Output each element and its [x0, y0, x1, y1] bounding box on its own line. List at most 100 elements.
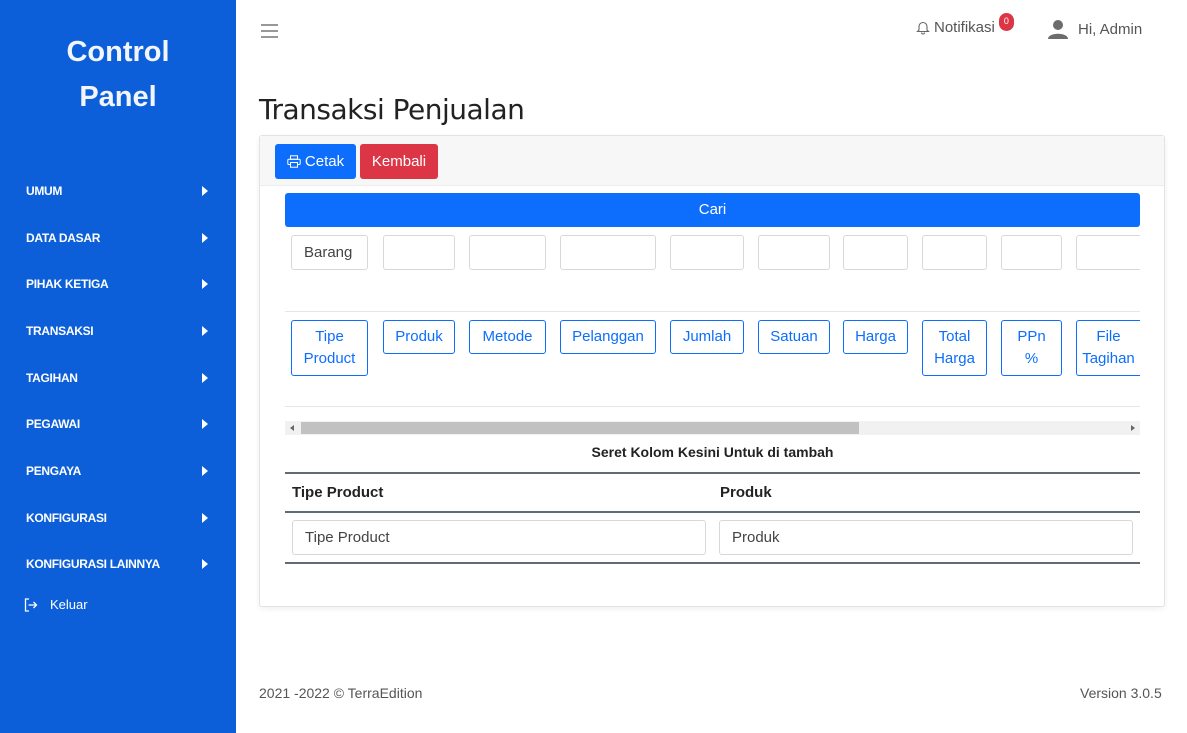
- logout-label: Keluar: [50, 597, 88, 612]
- sidebar-item-pihak-ketiga[interactable]: PIHAK KETIGA: [0, 261, 236, 307]
- grid-input-tipe-product[interactable]: Tipe Product: [292, 520, 706, 555]
- column-total-harga[interactable]: Total Harga: [922, 320, 987, 376]
- caret-right-icon: [202, 186, 208, 196]
- filter-input-jumlah[interactable]: [670, 235, 744, 270]
- grid-bottom-border: [285, 562, 1140, 564]
- column-label: Jumlah: [682, 328, 732, 345]
- scroll-right-icon[interactable]: [1131, 425, 1135, 431]
- footer-copyright: 2021 -2022 © TerraEdition: [259, 685, 423, 701]
- filter-input-total-harga[interactable]: [922, 235, 987, 270]
- caret-right-icon: [202, 513, 208, 523]
- sidebar-item-label: PEGAWAI: [26, 417, 80, 431]
- sidebar-item-umum[interactable]: UMUM: [0, 168, 236, 214]
- sidebar-item-pegawai[interactable]: PEGAWAI: [0, 401, 236, 447]
- sidebar-item-konfigurasi-lainnya[interactable]: KONFIGURASI LAINNYA: [0, 541, 236, 587]
- sidebar-item-label: KONFIGURASI: [26, 511, 107, 525]
- column-label: Tipe: [315, 328, 344, 345]
- caret-right-icon: [202, 233, 208, 243]
- sidebar-item-pengaya[interactable]: PENGAYA: [0, 448, 236, 494]
- column-harga[interactable]: Harga: [843, 320, 908, 354]
- sidebar-item-data-dasar[interactable]: DATA DASAR: [0, 215, 236, 261]
- column-label: Produk: [395, 328, 443, 345]
- column-label: Metode: [482, 328, 533, 345]
- filter-input-satuan[interactable]: [758, 235, 830, 270]
- group-drop-zone[interactable]: Seret Kolom Kesini Untuk di tambah: [285, 444, 1140, 460]
- column-tipe-product[interactable]: Tipe Product: [291, 320, 368, 376]
- filter-input-produk[interactable]: [383, 235, 455, 270]
- back-label: Kembali: [371, 153, 427, 170]
- sidebar: Control Panel UMUM DATA DASAR PIHAK KETI…: [0, 0, 236, 733]
- scrollbar-thumb[interactable]: [301, 422, 859, 434]
- column-metode[interactable]: Metode: [469, 320, 546, 354]
- grid-input-produk[interactable]: Produk: [719, 520, 1133, 555]
- sidebar-item-label: UMUM: [26, 184, 63, 198]
- bell-icon: [916, 21, 930, 34]
- scroll-left-icon[interactable]: [290, 425, 294, 431]
- column-produk[interactable]: Produk: [383, 320, 455, 354]
- column-satuan[interactable]: Satuan: [758, 320, 830, 354]
- sidebar-item-label: TRANSAKSI: [26, 324, 94, 338]
- grid-top-border: [285, 472, 1140, 474]
- column-label: PPn: [1017, 328, 1046, 345]
- caret-right-icon: [202, 419, 208, 429]
- brand-line2: Panel: [79, 81, 157, 113]
- notification-button[interactable]: Notifikasi 0: [916, 13, 1014, 36]
- user-menu[interactable]: Hi, Admin: [1047, 19, 1142, 39]
- page-title: Transaksi Penjualan: [259, 93, 525, 126]
- grid-header-produk[interactable]: Produk: [720, 484, 772, 501]
- sidebar-item-label: TAGIHAN: [26, 371, 78, 385]
- user-icon: [1048, 20, 1068, 39]
- caret-right-icon: [202, 326, 208, 336]
- column-label: %: [1024, 350, 1039, 367]
- sidebar-item-transaksi[interactable]: TRANSAKSI: [0, 308, 236, 354]
- brand-line1: Control: [66, 36, 170, 68]
- print-label: Cetak: [304, 153, 345, 170]
- column-file-tagihan[interactable]: File Tagihan: [1076, 320, 1140, 376]
- column-label: Tagihan: [1082, 350, 1135, 367]
- filter-input-harga[interactable]: [843, 235, 908, 270]
- column-label: Total: [938, 328, 971, 345]
- divider: [285, 311, 1140, 312]
- filter-input-file-tagihan[interactable]: [1076, 235, 1140, 270]
- back-button[interactable]: Kembali: [360, 144, 438, 179]
- notification-count-badge: 0: [998, 13, 1014, 31]
- filter-input-pelanggan[interactable]: [560, 235, 656, 270]
- sidebar-item-tagihan[interactable]: TAGIHAN: [0, 355, 236, 401]
- printer-icon: [287, 155, 301, 168]
- transaction-card: Cetak Kembali Cari Barang Tipe Product P…: [259, 135, 1165, 607]
- column-label: Harga: [855, 328, 896, 345]
- brand-logo: Control Panel: [0, 30, 236, 120]
- column-label: Product: [303, 350, 356, 367]
- grid-header-tipe-product[interactable]: Tipe Product: [292, 484, 383, 501]
- menu-toggle-button[interactable]: [260, 22, 280, 40]
- sidebar-item-konfigurasi[interactable]: KONFIGURASI: [0, 495, 236, 541]
- hamburger-icon: [261, 24, 278, 38]
- footer-version: Version 3.0.5: [1080, 685, 1162, 701]
- column-pelanggan[interactable]: Pelanggan: [560, 320, 656, 354]
- sidebar-item-label: KONFIGURASI LAINNYA: [26, 557, 160, 571]
- filter-input-metode[interactable]: [469, 235, 546, 270]
- card-toolbar: Cetak Kembali: [260, 136, 1164, 186]
- logout-link[interactable]: Keluar: [24, 597, 88, 612]
- notification-label: Notifikasi: [934, 18, 995, 36]
- filter-input-tipe-product[interactable]: Barang: [291, 235, 368, 270]
- column-label: Satuan: [770, 328, 818, 345]
- print-button[interactable]: Cetak: [275, 144, 356, 179]
- column-ppn[interactable]: PPn %: [1001, 320, 1062, 376]
- column-label: Harga: [934, 350, 975, 367]
- logout-icon: [24, 597, 38, 612]
- filter-input-ppn[interactable]: [1001, 235, 1062, 270]
- sidebar-item-label: PIHAK KETIGA: [26, 277, 109, 291]
- user-greeting: Hi, Admin: [1078, 20, 1143, 38]
- caret-right-icon: [202, 466, 208, 476]
- search-button[interactable]: Cari: [285, 193, 1140, 227]
- caret-right-icon: [202, 373, 208, 383]
- grid-header-border: [285, 511, 1140, 513]
- sidebar-item-label: PENGAYA: [26, 464, 82, 478]
- sidebar-item-label: DATA DASAR: [26, 231, 101, 245]
- column-label: File: [1096, 328, 1121, 345]
- horizontal-scrollbar[interactable]: [285, 421, 1140, 435]
- column-jumlah[interactable]: Jumlah: [670, 320, 744, 354]
- caret-right-icon: [202, 559, 208, 569]
- column-label: Pelanggan: [572, 328, 644, 345]
